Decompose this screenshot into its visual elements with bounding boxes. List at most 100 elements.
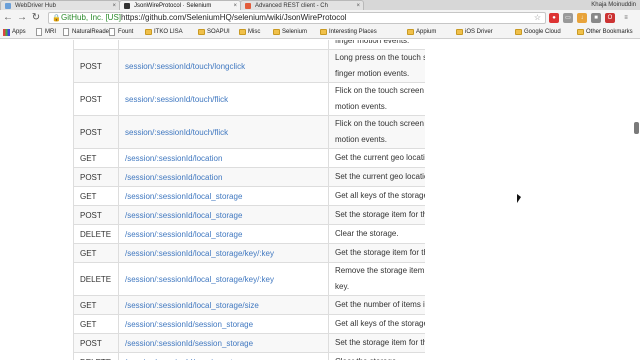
command-link[interactable]: /session/:sessionId/local_storage/key/:k…: [118, 243, 329, 263]
profile-name[interactable]: Khaja Moinuddin: [591, 0, 636, 10]
ev-certificate-label[interactable]: GitHub, Inc. [US]: [61, 13, 121, 23]
tab-close-icon[interactable]: ×: [112, 1, 116, 10]
bookmark-item[interactable]: iOS Driver: [456, 27, 493, 37]
bookmark-label: SOAPUI: [207, 29, 230, 35]
bookmarks-bar: Apps MRI NaturalReader Fount ITKO LISA SOAPUI…: [0, 26, 640, 39]
scrollbar-thumb[interactable]: [634, 122, 639, 134]
tab-favicon-icon: [124, 3, 130, 9]
menu-icon[interactable]: ≡: [621, 13, 631, 23]
bookmark-label: iOS Driver: [465, 29, 493, 35]
command-description: Set the storage item for th: [328, 333, 439, 353]
description-line: Clear the storage.: [335, 229, 399, 238]
http-method: GET: [73, 243, 119, 263]
bookmark-star-icon[interactable]: ☆: [534, 13, 541, 23]
reload-icon[interactable]: ↻: [30, 12, 42, 24]
back-icon[interactable]: ←: [2, 12, 14, 24]
description-line: Flick on the touch screen: [335, 119, 424, 128]
http-method: GET: [73, 295, 119, 315]
forward-icon[interactable]: →: [16, 12, 28, 24]
table-row: GET/session/:sessionId/session_storage Ge…: [73, 314, 439, 334]
tab-strip: WebDriver Hub × JsonWireProtocol · Seleniu…: [0, 0, 640, 10]
folder-icon: [239, 29, 246, 35]
command-description: Get the number of items in: [328, 295, 439, 315]
folder-icon: [198, 29, 205, 35]
bookmark-label: Interesting Places: [329, 29, 377, 35]
command-link[interactable]: [118, 40, 329, 50]
bookmark-item[interactable]: NaturalReader: [63, 27, 111, 37]
description-line: finger motion events.: [335, 40, 410, 45]
command-link[interactable]: /session/:sessionId/location: [118, 148, 329, 168]
description-line: Flick on the touch screen: [335, 86, 424, 95]
command-description: Set the current geo locatio: [328, 167, 439, 187]
command-description: Clear the storage.: [328, 352, 439, 360]
browser-toolbar: ← → ↻ 🔒 GitHub, Inc. [US] https://github…: [0, 10, 640, 26]
bookmark-label: Misc: [248, 29, 261, 35]
command-link[interactable]: /session/:sessionId/local_storage: [118, 205, 329, 225]
description-line: motion events.: [335, 102, 388, 111]
http-method: POST: [73, 333, 119, 353]
bookmark-item[interactable]: ITKO LISA: [145, 27, 183, 37]
bookmark-item[interactable]: MRI: [36, 27, 56, 37]
bookmark-item[interactable]: Fount: [109, 27, 133, 37]
command-link[interactable]: /session/:sessionId/local_storage: [118, 224, 329, 244]
opera-icon[interactable]: O: [605, 13, 615, 23]
command-link[interactable]: /session/:sessionId/local_storage/size: [118, 295, 329, 315]
http-method: POST: [73, 205, 119, 225]
bookmark-label: Other Bookmarks: [586, 29, 633, 35]
command-link[interactable]: session/:sessionId/touch/longclick: [118, 49, 329, 83]
extension-icon[interactable]: ■: [591, 13, 601, 23]
lock-icon: 🔒: [52, 15, 61, 22]
description-line: key.: [335, 282, 350, 291]
bookmark-item[interactable]: Selenium: [273, 27, 307, 37]
command-description: Get all keys of the storage: [328, 314, 439, 334]
command-link[interactable]: /session/:sessionId/location: [118, 167, 329, 187]
adblock-icon[interactable]: ●: [549, 13, 559, 23]
page-scrollbar[interactable]: [632, 40, 640, 360]
table-row: POST session/:sessionId/touch/longclick Lo…: [73, 49, 439, 83]
description-line: finger motion events.: [335, 69, 410, 78]
command-link[interactable]: /session/:sessionId/session_storage: [118, 333, 329, 353]
bookmark-item[interactable]: Misc: [239, 27, 260, 37]
download-icon[interactable]: ↓: [577, 13, 587, 23]
description-line: Get the storage item for th: [335, 248, 428, 257]
bookmark-item[interactable]: Appium: [407, 27, 436, 37]
command-description: Get the storage item for th: [328, 243, 439, 263]
tab-close-icon[interactable]: ×: [233, 1, 237, 10]
browser-tab[interactable]: JsonWireProtocol · Selenium ×: [119, 0, 241, 10]
description-line: Get all keys of the storage: [335, 191, 428, 200]
folder-icon: [407, 29, 414, 35]
browser-tab[interactable]: Advanced REST client - Ch ×: [240, 0, 364, 10]
cast-icon[interactable]: ▭: [563, 13, 573, 23]
description-line: Get the number of items in: [335, 300, 430, 309]
browser-tab[interactable]: WebDriver Hub ×: [0, 0, 120, 10]
command-link[interactable]: /session/:sessionId/local_storage: [118, 186, 329, 206]
command-link[interactable]: session/:sessionId/touch/flick: [118, 82, 329, 116]
url-text[interactable]: https://github.com/SeleniumHQ/selenium/w…: [121, 13, 346, 23]
command-link[interactable]: /session/:sessionId/session_storage: [118, 314, 329, 334]
command-link[interactable]: /session/:sessionId/session_storage: [118, 352, 329, 360]
description-line: motion events.: [335, 135, 388, 144]
command-description: Remove the storage item key.: [328, 262, 439, 296]
bookmark-item[interactable]: Google Cloud: [515, 27, 561, 37]
bookmark-item[interactable]: Apps: [3, 27, 26, 37]
bookmark-item[interactable]: SOAPUI: [198, 27, 230, 37]
command-link[interactable]: /session/:sessionId/local_storage/key/:k…: [118, 262, 329, 296]
address-bar[interactable]: 🔒 GitHub, Inc. [US] https://github.com/S…: [48, 12, 546, 24]
command-link[interactable]: session/:sessionId/touch/flick: [118, 115, 329, 149]
folder-icon: [515, 29, 522, 35]
http-method: POST: [73, 167, 119, 187]
description-line: Get the current geo locatio: [335, 153, 430, 162]
http-method: POST: [73, 82, 119, 116]
http-method: GET: [73, 314, 119, 334]
bookmark-item[interactable]: Other Bookmarks: [577, 27, 633, 37]
page-icon: [63, 28, 69, 36]
tab-favicon-icon: [5, 3, 11, 9]
table-row: GET/session/:sessionId/local_storage Get …: [73, 186, 439, 206]
description-line: Set the storage item for th: [335, 338, 428, 347]
table-row: DELETE/session/:sessionId/local_storage C…: [73, 224, 439, 244]
table-row: finger motion events.: [73, 40, 439, 50]
tab-close-icon[interactable]: ×: [356, 1, 360, 10]
http-method: DELETE: [73, 352, 119, 360]
table-row: GET/session/:sessionId/local_storage/siz…: [73, 295, 439, 315]
bookmark-item[interactable]: Interesting Places: [320, 27, 377, 37]
